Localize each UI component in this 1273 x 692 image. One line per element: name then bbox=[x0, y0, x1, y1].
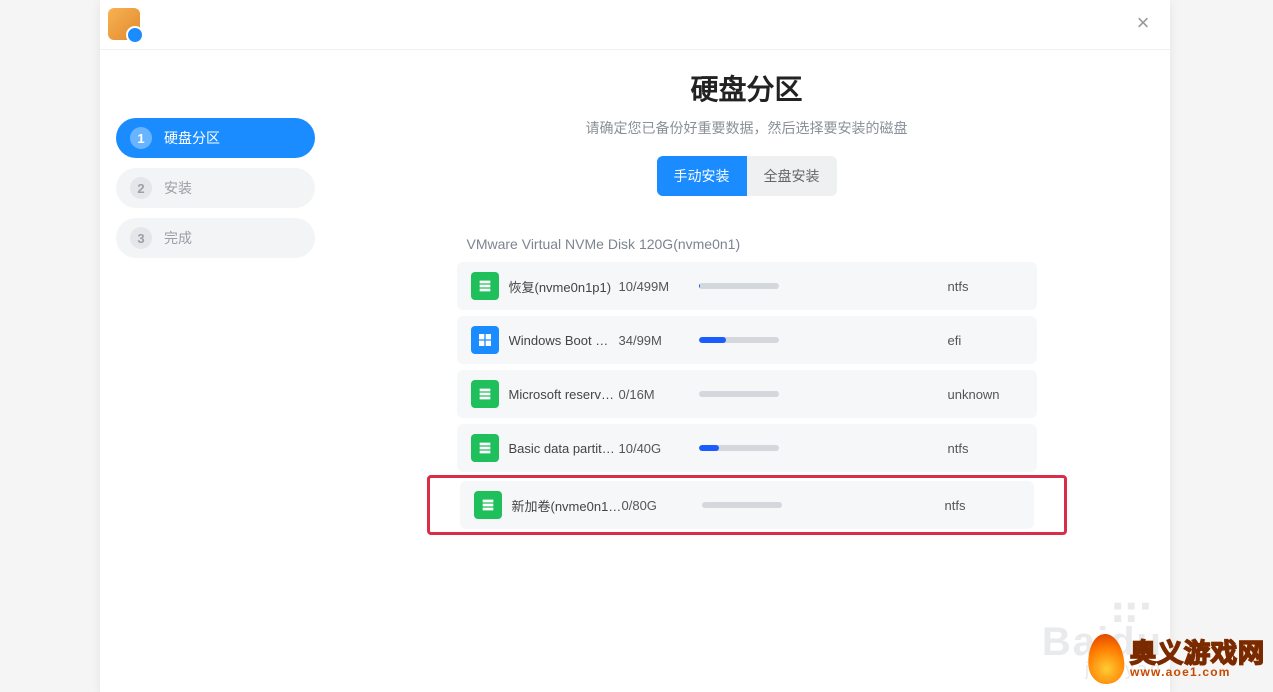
step-label: 硬盘分区 bbox=[164, 128, 220, 148]
step-number: 1 bbox=[130, 127, 152, 149]
partition-usage-bar bbox=[699, 391, 779, 397]
partition-filesystem: unknown bbox=[948, 387, 1023, 402]
page-subtitle: 请确定您已备份好重要数据，然后选择要安装的磁盘 bbox=[331, 118, 1162, 138]
disk-header: VMware Virtual NVMe Disk 120G(nvme0n1) bbox=[467, 236, 1037, 252]
install-mode-tabs: 手动安装 全盘安装 bbox=[331, 156, 1162, 196]
tab-full-disk-install[interactable]: 全盘安装 bbox=[747, 156, 837, 196]
partition-row[interactable]: 新加卷(nvme0n1…0/80G ntfs bbox=[460, 481, 1034, 529]
partition-usage-bar bbox=[699, 445, 779, 451]
partition-row[interactable]: 恢复(nvme0n1p1)10/499M ntfs bbox=[457, 262, 1037, 310]
partition-name: Windows Boot … bbox=[509, 333, 619, 348]
partition-icon bbox=[471, 434, 499, 462]
partition-name: Basic data partit… bbox=[509, 441, 619, 456]
partition-size: 10/499M bbox=[619, 279, 689, 294]
step-label: 完成 bbox=[164, 228, 192, 248]
partition-size: 10/40G bbox=[619, 441, 689, 456]
partition-usage-bar bbox=[702, 502, 782, 508]
highlight-frame: 新加卷(nvme0n1…0/80G ntfs bbox=[427, 475, 1067, 535]
window-body: 1 硬盘分区 2 安装 3 完成 硬盘分区 请确定您已备份好重要数据，然后选择要… bbox=[100, 50, 1170, 692]
app-logo-icon bbox=[108, 8, 140, 40]
step-number: 2 bbox=[130, 177, 152, 199]
partition-size: 0/80G bbox=[622, 498, 692, 513]
step-disk-partition[interactable]: 1 硬盘分区 bbox=[116, 118, 315, 158]
partition-usage-bar bbox=[699, 337, 779, 343]
main-panel: 硬盘分区 请确定您已备份好重要数据，然后选择要安装的磁盘 手动安装 全盘安装 V… bbox=[331, 58, 1162, 684]
titlebar: × bbox=[100, 0, 1170, 50]
page-title: 硬盘分区 bbox=[331, 68, 1162, 108]
partition-row[interactable]: Basic data partit…10/40G ntfs bbox=[457, 424, 1037, 472]
partition-filesystem: ntfs bbox=[945, 498, 1020, 513]
partition-size: 0/16M bbox=[619, 387, 689, 402]
partition-name: 新加卷(nvme0n1… bbox=[512, 496, 622, 515]
partition-name: Microsoft reserv… bbox=[509, 387, 619, 402]
step-finish[interactable]: 3 完成 bbox=[116, 218, 315, 258]
partition-icon bbox=[471, 326, 499, 354]
tab-manual-install[interactable]: 手动安装 bbox=[657, 156, 747, 196]
partition-filesystem: efi bbox=[948, 333, 1023, 348]
partition-icon bbox=[471, 272, 499, 300]
step-number: 3 bbox=[130, 227, 152, 249]
close-button[interactable]: × bbox=[1134, 16, 1152, 34]
partition-filesystem: ntfs bbox=[948, 441, 1023, 456]
partition-icon bbox=[471, 380, 499, 408]
step-label: 安装 bbox=[164, 178, 192, 198]
partition-size: 34/99M bbox=[619, 333, 689, 348]
disk-group: VMware Virtual NVMe Disk 120G(nvme0n1) 恢… bbox=[457, 236, 1037, 535]
partition-filesystem: ntfs bbox=[948, 279, 1023, 294]
sidebar: 1 硬盘分区 2 安装 3 完成 bbox=[108, 58, 323, 684]
partition-usage-bar bbox=[699, 283, 779, 289]
installer-window: × 1 硬盘分区 2 安装 3 完成 硬盘分区 请确定您已备份好重要数据，然后选… bbox=[100, 0, 1170, 692]
partition-icon bbox=[474, 491, 502, 519]
step-install[interactable]: 2 安装 bbox=[116, 168, 315, 208]
partition-row[interactable]: Microsoft reserv…0/16M unknown bbox=[457, 370, 1037, 418]
partition-name: 恢复(nvme0n1p1) bbox=[509, 277, 619, 296]
partition-row[interactable]: Windows Boot …34/99M efi bbox=[457, 316, 1037, 364]
